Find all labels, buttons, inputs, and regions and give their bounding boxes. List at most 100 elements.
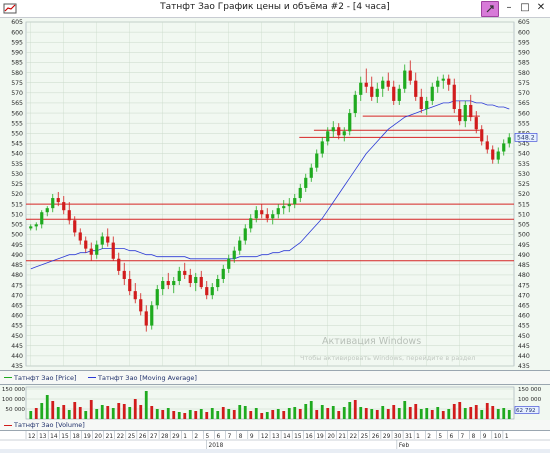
y-tick-label-right: 465	[518, 302, 530, 309]
time-tick-label: 5	[438, 434, 442, 440]
time-tick-label: 9	[483, 434, 487, 440]
candle-bullish	[293, 198, 297, 205]
y-tick-label-left: 525	[11, 181, 23, 188]
y-tick-label-right: 450	[518, 333, 530, 340]
window-title: Татнфт Зао График цены и объёма #2 - [4 …	[160, 2, 390, 12]
volume-bar	[122, 404, 126, 419]
time-tick-label: 1	[416, 434, 420, 440]
y-tick-label-left: 565	[11, 100, 23, 107]
candle-bearish	[62, 202, 66, 211]
y-tick-label-left: 575	[11, 80, 23, 87]
y-tick-label-right: 595	[518, 39, 530, 46]
y-tick-label-right: 460	[518, 313, 530, 320]
volume-bar	[84, 411, 88, 419]
volume-bar	[397, 408, 401, 419]
volume-bar	[194, 411, 198, 419]
candle-bullish	[100, 236, 104, 245]
y-tick-label-right: 440	[518, 353, 530, 360]
candle-bullish	[150, 305, 154, 326]
candle-bearish	[485, 141, 489, 150]
candle-bullish	[375, 88, 379, 97]
volume-chart-area[interactable]: 150 000150 000100 000100 00050 00050 000…	[0, 384, 550, 421]
time-tick-label: 25	[361, 434, 369, 440]
candle-bullish	[430, 86, 434, 101]
volume-bar	[183, 413, 187, 419]
y-tick-label-left: 505	[11, 222, 23, 229]
volume-bar	[56, 407, 60, 419]
volume-bar	[485, 403, 489, 419]
y-tick-label-left: 450	[11, 333, 23, 340]
candle-bearish	[84, 240, 88, 249]
time-tick-label: 26	[372, 434, 380, 440]
volume-bar	[359, 407, 363, 419]
volume-bar	[452, 404, 456, 419]
time-tick-label: 6	[449, 434, 453, 440]
volume-bar	[342, 407, 346, 419]
y-tick-label-left: 500	[11, 232, 23, 239]
y-tick-label-right: 505	[518, 222, 530, 229]
volume-bar	[29, 411, 33, 419]
candle-bearish	[117, 258, 121, 271]
y-tick-label-right: 435	[518, 363, 530, 370]
legend-ma-swatch	[88, 377, 96, 378]
candle-bullish	[210, 287, 214, 296]
y-tick-label-left: 585	[11, 60, 23, 67]
candle-bullish	[507, 137, 511, 144]
time-tick-label: 7	[228, 434, 232, 440]
candle-bearish	[166, 281, 170, 286]
time-tick-label: 27	[150, 434, 158, 440]
pin-button[interactable]	[481, 1, 499, 17]
time-tick-label: 29	[172, 434, 180, 440]
maximize-button[interactable]: □	[518, 1, 532, 15]
volume-tick-label-left: 50 000	[5, 407, 25, 413]
volume-bar	[67, 410, 71, 419]
time-tick-label: 15	[294, 434, 302, 440]
candle-bullish	[315, 153, 319, 168]
volume-bar	[298, 409, 302, 419]
y-tick-label-left: 485	[11, 262, 23, 269]
close-button[interactable]: ✕	[534, 1, 548, 15]
volume-bar	[507, 410, 511, 419]
candle-bearish	[408, 70, 412, 81]
volume-bar	[370, 409, 374, 419]
volume-bar	[414, 404, 418, 419]
volume-chart: 150 000150 000100 000100 00050 00050 000…	[2, 386, 542, 420]
volume-bar	[100, 405, 104, 419]
y-tick-label-left: 490	[11, 252, 23, 259]
volume-bar	[150, 406, 154, 419]
time-tick-label: 30	[394, 434, 402, 440]
price-chart-area[interactable]: 435 435 440 440 445 445 450 450 455 455 460 460 465 4…	[0, 18, 550, 370]
time-tick-label: 1	[183, 434, 187, 440]
candle-bearish	[386, 80, 390, 87]
y-tick-label-right: 480	[518, 272, 530, 279]
volume-bar	[386, 409, 390, 419]
volume-bar	[265, 412, 269, 419]
y-tick-label-right: 530	[518, 171, 530, 178]
time-tick-label: 22	[117, 434, 125, 440]
y-tick-label-right: 490	[518, 252, 530, 259]
volume-bar	[238, 405, 242, 419]
volume-bar	[73, 402, 77, 419]
candle-bullish	[463, 104, 467, 122]
volume-bar	[177, 412, 181, 419]
y-tick-label-right: 535	[518, 161, 530, 168]
y-tick-label-left: 540	[11, 151, 23, 158]
candle-bullish	[34, 224, 38, 227]
volume-bar	[111, 408, 115, 419]
y-tick-label-right: 525	[518, 181, 530, 188]
volume-bar	[133, 399, 137, 419]
minimize-button[interactable]: –	[502, 1, 516, 15]
candle-bearish	[452, 84, 456, 110]
candle-bullish	[287, 204, 291, 207]
volume-bar	[172, 411, 176, 419]
candle-bullish	[216, 278, 220, 288]
time-tick-label: 5	[205, 434, 209, 440]
volume-bar	[436, 407, 440, 419]
volume-bar	[254, 408, 258, 419]
volume-bar	[337, 411, 341, 419]
y-tick-label-left: 475	[11, 282, 23, 289]
candle-bullish	[194, 276, 198, 284]
price-chart: 435 435 440 440 445 445 450 450 455 455 460 460 465 4…	[11, 19, 538, 370]
volume-bar	[447, 409, 451, 419]
candle-bearish	[337, 127, 341, 136]
